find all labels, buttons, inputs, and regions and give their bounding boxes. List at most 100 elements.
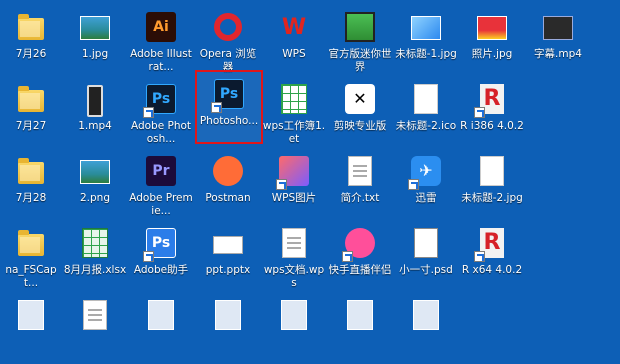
desktop-icon-r-x64[interactable]: R R x64 4.0.2 [459, 220, 525, 292]
desktop-icon-folder-7-26[interactable]: 7月26 [0, 4, 64, 76]
desktop-icon-psd[interactable]: 小一寸.psd [393, 220, 459, 292]
spreadsheet-icon [278, 82, 310, 116]
photo-icon [476, 10, 508, 44]
folder-icon [15, 82, 47, 116]
file-icon [15, 298, 47, 332]
desktop-icon-postman[interactable]: Postman [195, 148, 261, 220]
desktop-icon-wps[interactable]: W WPS [261, 4, 327, 76]
desktop-icon-thunder[interactable]: ✈ 迅雷 [393, 148, 459, 220]
image-icon [410, 10, 442, 44]
postman-icon [212, 154, 244, 188]
desktop-icon-opera[interactable]: Opera 浏览器 [195, 4, 261, 76]
desktop-icon-untitled-1-jpg[interactable]: 未标题-1.jpg [393, 4, 459, 76]
icon-label: 官方版迷你世界 [328, 48, 392, 73]
illustrator-icon: Ai [145, 10, 177, 44]
icon-label: 7月28 [15, 192, 47, 204]
desktop-icon-partial[interactable] [261, 292, 327, 364]
desktop-icon-partial[interactable] [128, 292, 194, 364]
desktop-icon-1-mp4[interactable]: 1.mp4 [62, 76, 128, 148]
desktop-icon-partial[interactable] [327, 292, 393, 364]
desktop-icon-subtitle-mp4[interactable]: 字幕.mp4 [525, 4, 591, 76]
excel-icon [79, 226, 111, 260]
folder-icon [15, 154, 47, 188]
icon-label: 2.png [79, 192, 110, 204]
desktop-icon-folder-7-28[interactable]: 7月28 [0, 148, 64, 220]
icon-label: WPS [282, 48, 306, 60]
icon-label: wps文档.wps [263, 264, 325, 289]
desktop-icon-mini-world[interactable]: 官方版迷你世界 [327, 4, 393, 76]
icon-label: 小一寸.psd [399, 264, 453, 276]
shortcut-arrow-icon [474, 107, 485, 118]
desktop-icon-capcut[interactable]: ✕ 剪映专业版 [327, 76, 393, 148]
icon-label: 未标题-1.jpg [395, 48, 457, 60]
icon-label: 1.jpg [81, 48, 109, 60]
desktop-icon-folder-7-27[interactable]: 7月27 [0, 76, 64, 148]
icon-label: 7月27 [15, 120, 47, 132]
desktop-icon-kuaishou[interactable]: 快手直播伴侣 [327, 220, 393, 292]
game-icon [344, 10, 376, 44]
shortcut-arrow-icon [143, 107, 154, 118]
image-icon [476, 154, 508, 188]
desktop-icon-wps-workbook[interactable]: wps工作簿1.et [261, 76, 327, 148]
desktop-icon-photo-jpg[interactable]: 照片.jpg [459, 4, 525, 76]
desktop-icon-adobe-helper[interactable]: Ps Adobe助手 [128, 220, 194, 292]
file-icon [344, 298, 376, 332]
wps-picture-icon [276, 154, 310, 190]
icon-label: 1.mp4 [78, 120, 112, 132]
desktop-icon-august-report[interactable]: 8月月报.xlsx [62, 220, 128, 292]
icon-label: 简介.txt [340, 192, 380, 204]
desktop-icon-untitled-2-jpg[interactable]: 未标题-2.jpg [459, 148, 525, 220]
r-icon: R [474, 82, 508, 118]
desktop-icon-illustrator[interactable]: Ai Adobe Illustrat... [128, 4, 194, 76]
capcut-icon: ✕ [344, 82, 376, 116]
file-icon [145, 298, 177, 332]
icon-label: R i386 4.0.2 [460, 120, 524, 132]
icon-label: WPS图片 [271, 192, 317, 204]
icon-label: 快手直播伴侣 [328, 264, 392, 276]
image-icon [79, 10, 111, 44]
ico-file-icon [410, 82, 442, 116]
icon-label: Adobe Photosh... [130, 120, 192, 145]
desktop-icon-1-jpg[interactable]: 1.jpg [62, 4, 128, 76]
photoshop-icon: Ps [143, 226, 177, 262]
desktop-icon-wps-doc[interactable]: wps文档.wps [261, 220, 327, 292]
desktop-icon-intro-txt[interactable]: 简介.txt [327, 148, 393, 220]
shortcut-arrow-icon [408, 179, 419, 190]
r-icon: R [474, 226, 508, 262]
icon-label: 7月26 [15, 48, 47, 60]
icon-label: Adobe Illustrat... [130, 48, 192, 73]
desktop-icon-adobe-photoshop[interactable]: Ps Adobe Photosh... [128, 76, 194, 148]
desktop-icon-ppt[interactable]: ppt.pptx [195, 220, 261, 292]
desktop-icon-partial[interactable] [0, 292, 64, 364]
desktop-icon-fscapture[interactable]: na_FSCapt... [0, 220, 64, 292]
desktop-icon-partial[interactable] [62, 292, 128, 364]
desktop-icon-2-png[interactable]: 2.png [62, 148, 128, 220]
icon-label: 字幕.mp4 [534, 48, 582, 60]
icon-label: Adobe Premie... [129, 192, 193, 217]
image-icon [79, 154, 111, 188]
file-icon [212, 298, 244, 332]
desktop-icon-partial[interactable] [393, 292, 459, 364]
desktop-icon-untitled-2-ico[interactable]: 未标题-2.ico [393, 76, 459, 148]
desktop: 7月26 1.jpg Ai Adobe Illustrat... Opera 浏… [0, 0, 620, 330]
shortcut-arrow-icon [276, 179, 287, 190]
icon-label: Adobe助手 [133, 264, 189, 276]
icon-label: 未标题-2.ico [395, 120, 457, 132]
shortcut-arrow-icon [211, 102, 222, 113]
desktop-icon-photoshop-selected[interactable]: Ps Photosho... [195, 70, 263, 144]
desktop-icon-wps-picture[interactable]: WPS图片 [261, 148, 327, 220]
video-icon [79, 82, 111, 117]
icon-label: na_FSCapt... [5, 264, 57, 289]
shortcut-arrow-icon [143, 251, 154, 262]
desktop-icon-premiere[interactable]: Pr Adobe Premie... [128, 148, 194, 220]
psd-file-icon [410, 226, 442, 260]
shortcut-arrow-icon [474, 251, 485, 262]
opera-icon [212, 10, 244, 44]
wps-icon: W [281, 15, 307, 40]
premiere-icon: Pr [145, 154, 177, 188]
icon-label: 8月月报.xlsx [63, 264, 127, 276]
desktop-icon-partial[interactable] [195, 292, 261, 364]
icon-label: Postman [205, 192, 251, 204]
desktop-icon-r-i386[interactable]: R R i386 4.0.2 [459, 76, 525, 148]
video-icon [542, 10, 574, 44]
